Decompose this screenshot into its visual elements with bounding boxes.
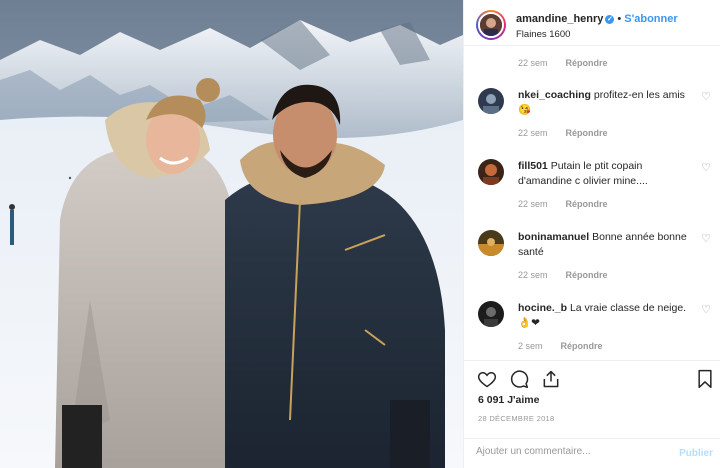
post-photo[interactable] xyxy=(0,0,463,468)
post-date: 28 DÉCEMBRE 2018 xyxy=(478,414,555,423)
comments-list[interactable]: 22 sem Répondre nkei_coaching profitez-en… xyxy=(464,46,720,360)
reply-button[interactable]: Répondre xyxy=(566,128,608,138)
verified-icon: ✓ xyxy=(605,15,615,24)
save-button[interactable] xyxy=(694,368,716,390)
commenter-avatar[interactable] xyxy=(478,159,504,185)
share-button[interactable] xyxy=(540,368,562,390)
comment-meta: 22 sem Répondre xyxy=(518,58,608,68)
comment-item: boninamanuel Bonne année bonne santé 22 … xyxy=(464,230,720,300)
separator-dot: • xyxy=(617,13,622,25)
share-icon xyxy=(543,370,559,388)
bookmark-icon xyxy=(698,369,712,389)
post-actions-bar xyxy=(464,360,720,394)
comment-meta: 2 sem Répondre xyxy=(518,341,603,351)
comment-input[interactable] xyxy=(476,446,666,457)
reply-button[interactable]: Répondre xyxy=(566,270,608,280)
comment-item: nkei_coaching profitez-en les amis 😘 22 … xyxy=(464,88,720,158)
publish-button[interactable]: Publier xyxy=(679,448,713,459)
author-avatar[interactable] xyxy=(476,10,506,40)
post-location[interactable]: Flaines 1600 xyxy=(516,29,570,40)
comment-time: 22 sem xyxy=(518,270,548,280)
author-line: amandine_henry ✓ • S'abonner xyxy=(516,13,678,25)
comment-meta: 22 sem Répondre xyxy=(518,270,608,280)
heart-outline-icon xyxy=(477,371,497,388)
reply-button[interactable]: Répondre xyxy=(566,58,608,68)
commenter-username[interactable]: fill501 xyxy=(518,160,548,172)
comment-meta: 22 sem Répondre xyxy=(518,199,608,209)
comment-time: 22 sem xyxy=(518,199,548,209)
comment-bubble-icon xyxy=(510,370,529,389)
commenter-avatar[interactable] xyxy=(478,88,504,114)
like-button[interactable] xyxy=(476,368,498,390)
comment-time: 22 sem xyxy=(518,58,548,68)
commenter-username[interactable]: hocine._b xyxy=(518,302,567,314)
commenter-username[interactable]: boninamanuel xyxy=(518,231,589,243)
comment-text: hocine._b La vraie classe de neige. 👌❤ xyxy=(518,301,688,331)
reply-button[interactable]: Répondre xyxy=(561,341,603,351)
post-header: amandine_henry ✓ • S'abonner Flaines 1600 xyxy=(464,0,720,46)
like-count[interactable]: 6 091 J'aime xyxy=(478,394,539,406)
ski-photo xyxy=(0,0,463,468)
reply-button[interactable]: Répondre xyxy=(566,199,608,209)
commenter-avatar[interactable] xyxy=(478,301,504,327)
follow-button[interactable]: S'abonner xyxy=(624,13,677,25)
like-comment-heart-icon[interactable]: ♡ xyxy=(701,305,711,316)
post-details-panel: amandine_henry ✓ • S'abonner Flaines 1600 2… xyxy=(463,0,720,468)
comment-text: boninamanuel Bonne année bonne santé xyxy=(518,230,688,260)
author-username[interactable]: amandine_henry xyxy=(516,13,603,25)
comment-item: hocine._b La vraie classe de neige. 👌❤ 2… xyxy=(464,301,720,360)
comment-text: fill501 Putain le ptit copain d'amandine… xyxy=(518,159,688,189)
commenter-username[interactable]: nkei_coaching xyxy=(518,89,591,101)
comment-item: fill501 Putain le ptit copain d'amandine… xyxy=(464,159,720,229)
comment-meta: 22 sem Répondre xyxy=(518,128,608,138)
commenter-avatar[interactable] xyxy=(478,230,504,256)
like-comment-heart-icon[interactable]: ♡ xyxy=(701,92,711,103)
avatar-photo xyxy=(478,12,504,38)
like-comment-heart-icon[interactable]: ♡ xyxy=(701,234,711,245)
comment-time: 2 sem xyxy=(518,341,543,351)
comment-text: nkei_coaching profitez-en les amis 😘 xyxy=(518,88,688,118)
like-comment-heart-icon[interactable]: ♡ xyxy=(701,163,711,174)
comment-time: 22 sem xyxy=(518,128,548,138)
comment-button[interactable] xyxy=(508,368,530,390)
comment-composer: Publier xyxy=(464,438,720,468)
